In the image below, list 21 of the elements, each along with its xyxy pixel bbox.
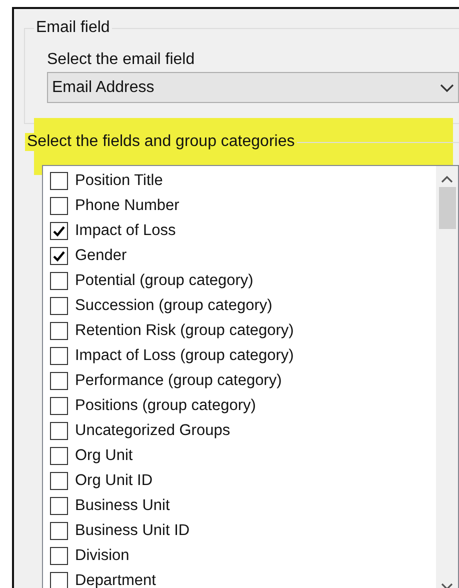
checkbox-label: Org Unit [75,446,133,464]
checkbox-label: Impact of Loss (group category) [75,346,294,364]
checkbox-label: Phone Number [75,196,180,214]
email-field-dropdown[interactable]: Email Address [47,72,459,103]
checkbox-label: Uncategorized Groups [75,422,230,440]
checkbox-label: Performance (group category) [75,372,282,390]
checkbox-label: Division [75,546,130,564]
checkbox-label: Business Unit ID [75,522,190,540]
checkbox-label: Org Unit ID [75,472,153,490]
checkbox-label: Gender [75,246,127,264]
field-label: Select the email field [47,51,196,69]
checkbox-label: Department [75,572,156,588]
checkbox-label: Business Unit [75,496,170,514]
checkbox-label: Succession (group category) [75,296,272,314]
checkbox-label: Position Title [75,172,163,190]
group-title: Select the fields and group categories [25,133,297,151]
checkbox-label: Positions (group category) [75,396,256,414]
checkbox-label: Retention Risk (group category) [75,322,294,340]
checkbox-label: Impact of Loss [75,222,176,240]
dropdown-value: Email Address [52,78,154,96]
checkbox-label: Potential (group category) [75,272,254,290]
